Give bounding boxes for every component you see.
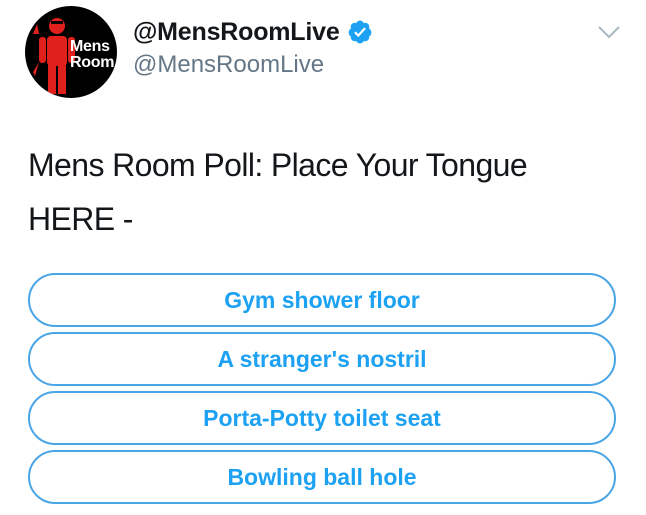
avatar-text-line1: Mens	[70, 38, 110, 55]
avatar-text-line2: Room	[70, 54, 115, 71]
poll: Gym shower floor A stranger's nostril Po…	[28, 273, 616, 509]
chevron-down-icon[interactable]	[596, 24, 622, 40]
author-handle[interactable]: @MensRoomLive	[133, 51, 324, 79]
avatar[interactable]: Mens Room	[25, 6, 117, 98]
tweet-text: Mens Room Poll: Place Your Tongue HERE -	[28, 147, 528, 237]
tweet-card: Mens Room @MensRoomLive @MensRoomLive Me…	[0, 0, 646, 515]
display-name[interactable]: @MensRoomLive	[133, 18, 340, 47]
verified-badge-icon	[348, 20, 371, 44]
poll-option-4[interactable]: Bowling ball hole	[28, 450, 616, 504]
poll-option-2[interactable]: A stranger's nostril	[28, 332, 616, 386]
poll-option-1[interactable]: Gym shower floor	[28, 273, 616, 327]
poll-option-3[interactable]: Porta-Potty toilet seat	[28, 391, 616, 445]
author-name-row: @MensRoomLive	[133, 16, 373, 48]
